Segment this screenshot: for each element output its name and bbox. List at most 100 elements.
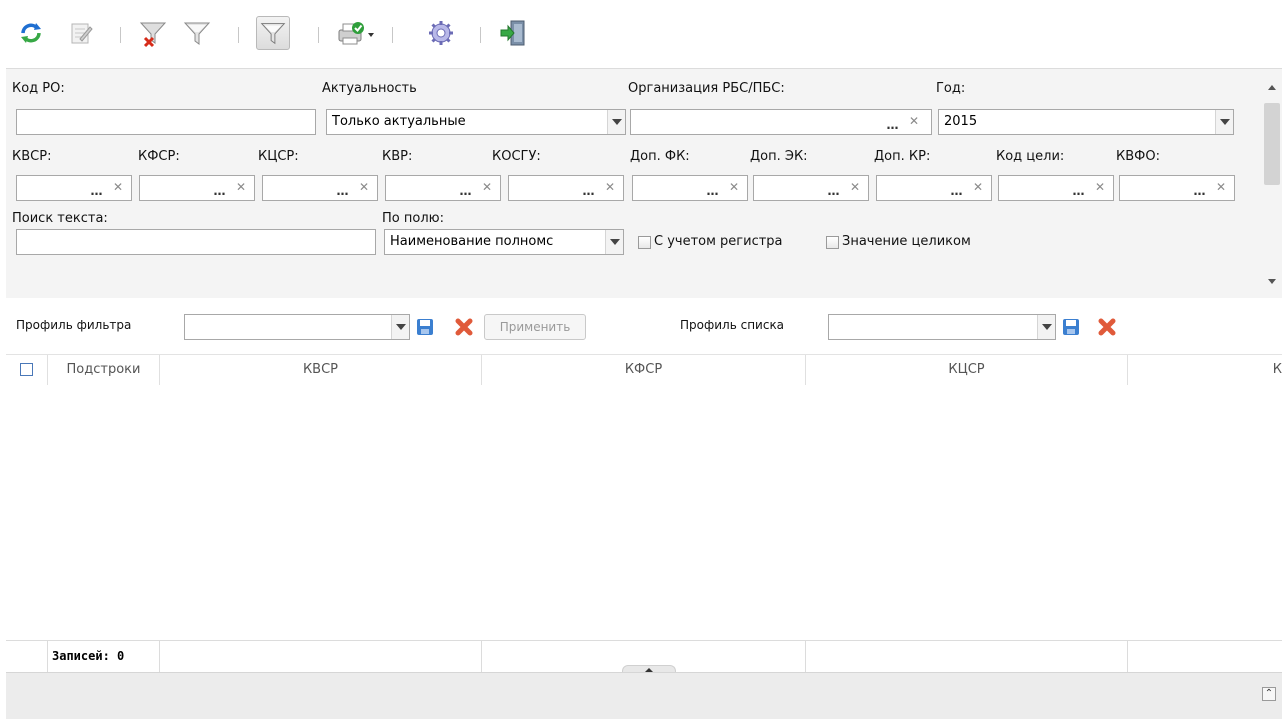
whole-value-label: Значение целиком [842,234,971,249]
clear-icon[interactable]: ✕ [848,176,862,200]
clear-icon[interactable]: ✕ [480,176,494,200]
filter-button[interactable] [180,16,214,50]
code-input[interactable]: … ✕ [753,175,869,201]
clear-icon[interactable]: ✕ [907,110,921,134]
code-input[interactable]: … ✕ [139,175,255,201]
code-input[interactable]: … ✕ [1119,175,1235,201]
ellipsis-icon[interactable]: … [883,110,901,134]
filter-icon [183,22,211,45]
clear-icon[interactable]: ✕ [111,176,125,200]
expand-up-icon[interactable]: ⌃ [1262,687,1276,701]
edit-button[interactable] [64,16,98,50]
ellipsis-icon[interactable]: … [456,176,474,200]
ellipsis-icon[interactable]: … [87,176,105,200]
scroll-down-icon[interactable] [1268,279,1276,284]
clear-icon[interactable]: ✕ [234,176,248,200]
filter-scrollbar[interactable] [1262,75,1282,293]
scroll-thumb[interactable] [1264,103,1280,185]
apply-button[interactable]: Применить [484,314,586,340]
chevron-down-icon[interactable] [1215,110,1233,134]
toolbar-separator [238,27,239,43]
code-input[interactable]: … ✕ [16,175,132,201]
organization-label: Организация РБС/ПБС: [628,81,785,96]
clear-icon[interactable]: ✕ [1093,176,1107,200]
clear-icon[interactable]: ✕ [727,176,741,200]
toolbar-separator [392,27,393,43]
column-header-kfsr[interactable]: КФСР [482,355,806,385]
code-input[interactable]: … ✕ [632,175,748,201]
ellipsis-icon[interactable]: … [1190,176,1208,200]
settings-button[interactable] [424,16,458,50]
toolbar-separator [318,27,319,43]
edit-icon [71,23,93,44]
code-label: КВР: [382,149,413,164]
filter-toggle-button[interactable] [256,16,290,50]
select-all-checkbox[interactable] [20,363,33,376]
ellipsis-icon[interactable]: … [579,176,597,200]
clear-icon[interactable]: ✕ [603,176,617,200]
code-input[interactable]: … ✕ [262,175,378,201]
column-header-kcsr[interactable]: КЦСР [806,355,1128,385]
code-label: Доп. КР: [874,149,931,164]
footer-cell [6,641,48,673]
whole-value-checkbox[interactable] [826,236,839,249]
chevron-down-icon[interactable] [607,110,625,134]
records-count: Записей: 0 [52,649,125,663]
search-text-input[interactable] [16,229,376,255]
grid-body[interactable] [6,385,1282,640]
case-sensitive-checkbox[interactable] [638,236,651,249]
code-label: Доп. ЭК: [750,149,808,164]
kod-ro-label: Код РО: [12,81,65,96]
save-icon [1063,319,1079,335]
footer-cell [806,641,1128,673]
kod-ro-input[interactable] [16,109,316,135]
chevron-down-icon[interactable] [1037,315,1055,339]
save-list-profile-button[interactable] [1061,317,1081,341]
ellipsis-icon[interactable]: … [210,176,228,200]
toolbar-separator [480,27,481,43]
year-label: Год: [936,81,966,96]
case-sensitive-label: С учетом регистра [654,234,783,249]
column-header-podstroki[interactable]: Подстроки [48,355,160,385]
code-input[interactable]: … ✕ [508,175,624,201]
aktualnost-select[interactable]: Только актуальные [326,109,626,135]
scroll-up-icon[interactable] [1268,85,1276,90]
exit-button[interactable] [496,16,530,50]
year-value: 2015 [944,114,978,129]
ellipsis-icon[interactable]: … [1069,176,1087,200]
ellipsis-icon[interactable]: … [703,176,721,200]
refresh-button[interactable] [14,16,48,50]
filter-toggle-icon [260,23,286,45]
clear-filter-button[interactable] [136,16,170,50]
column-header-next[interactable]: К [1128,355,1282,385]
ellipsis-icon[interactable]: … [824,176,842,200]
clear-icon[interactable]: ✕ [357,176,371,200]
code-input[interactable]: … ✕ [998,175,1114,201]
list-profile-select[interactable] [828,314,1056,340]
delete-icon [455,318,473,336]
delete-list-profile-button[interactable] [1097,317,1117,341]
ellipsis-icon[interactable]: … [333,176,351,200]
save-filter-profile-button[interactable] [415,317,435,341]
field-label: По полю: [382,211,444,226]
code-input[interactable]: … ✕ [876,175,992,201]
chevron-down-icon[interactable] [391,315,409,339]
filter-profile-select[interactable] [184,314,410,340]
chevron-down-icon[interactable] [605,230,623,254]
refresh-icon [21,23,41,43]
list-profile-label: Профиль списка [680,318,785,332]
footer-cell: Записей: 0 [48,641,160,673]
field-select[interactable]: Наименование полномс [384,229,624,255]
print-button[interactable] [334,16,378,50]
code-label: Доп. ФК: [630,149,690,164]
organization-input[interactable]: … ✕ [630,109,932,135]
clear-icon[interactable]: ✕ [971,176,985,200]
column-header-kvsr[interactable]: КВСР [160,355,482,385]
aktualnost-value: Только актуальные [332,114,466,129]
year-select[interactable]: 2015 [938,109,1234,135]
clear-filter-icon [139,22,167,48]
clear-icon[interactable]: ✕ [1214,176,1228,200]
delete-filter-profile-button[interactable] [454,317,474,341]
code-input[interactable]: … ✕ [385,175,501,201]
ellipsis-icon[interactable]: … [947,176,965,200]
